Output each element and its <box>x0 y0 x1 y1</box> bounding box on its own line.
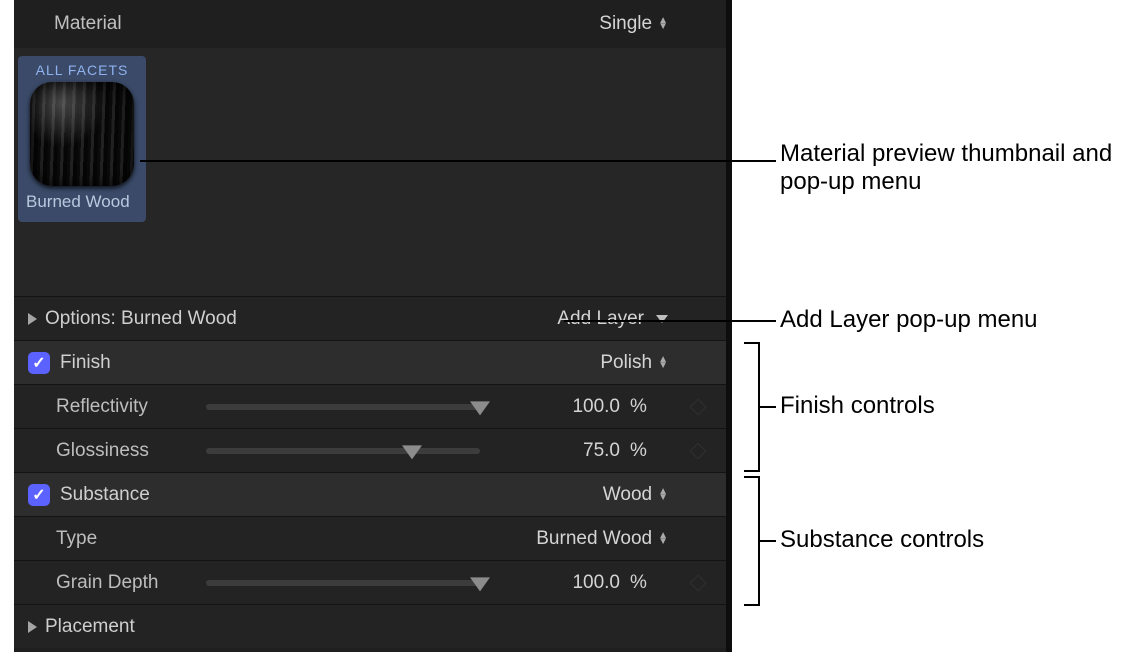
reflectivity-value[interactable]: 100.0 <box>500 396 620 418</box>
substance-header-row: Substance Wood <box>14 472 726 516</box>
slider-thumb-icon[interactable] <box>402 445 422 459</box>
updown-icon <box>658 533 668 545</box>
finish-type-popup[interactable]: Polish <box>600 352 668 374</box>
placement-row[interactable]: Placement <box>14 604 726 648</box>
options-label: Options: Burned Wood <box>45 308 557 330</box>
material-header: Material Single <box>14 0 726 48</box>
callout-line <box>564 320 776 322</box>
substance-checkbox[interactable] <box>28 484 50 506</box>
finish-type-value: Polish <box>600 352 652 374</box>
substance-type-row: Type Burned Wood <box>14 516 726 560</box>
material-preview-thumbnail[interactable] <box>30 82 134 186</box>
bracket-icon <box>746 342 760 472</box>
material-mode-value: Single <box>599 13 652 35</box>
material-inspector: Material Single ALL FACETS Burned Wood O… <box>14 0 732 652</box>
substance-subtype-popup[interactable]: Burned Wood <box>536 528 668 550</box>
finish-label: Finish <box>60 352 600 374</box>
grain-depth-label: Grain Depth <box>56 572 196 594</box>
callout-line <box>760 406 776 408</box>
type-label: Type <box>56 528 536 550</box>
finish-header-row: Finish Polish <box>14 340 726 384</box>
updown-icon <box>658 489 668 501</box>
slider-thumb-icon[interactable] <box>470 401 490 415</box>
updown-icon <box>658 357 668 369</box>
substance-label: Substance <box>60 484 603 506</box>
reflectivity-row: Reflectivity 100.0 % <box>14 384 726 428</box>
glossiness-label: Glossiness <box>56 440 196 462</box>
add-layer-label: Add Layer <box>557 308 644 330</box>
callout-add-layer: Add Layer pop-up menu <box>780 306 1038 334</box>
callout-thumbnail: Material preview thumbnail and pop-up me… <box>780 140 1138 196</box>
callout-line <box>140 160 776 162</box>
callout-finish: Finish controls <box>780 392 935 420</box>
add-layer-popup[interactable]: Add Layer <box>557 308 668 330</box>
bracket-icon <box>746 476 760 606</box>
substance-type-popup[interactable]: Wood <box>603 484 668 506</box>
placement-label: Placement <box>45 616 668 638</box>
glossiness-unit: % <box>630 440 658 462</box>
substance-type-value: Wood <box>603 484 652 506</box>
callout-substance: Substance controls <box>780 526 984 554</box>
glossiness-row: Glossiness 75.0 % <box>14 428 726 472</box>
grain-depth-slider[interactable] <box>206 580 480 586</box>
callout-line <box>760 540 776 542</box>
substance-subtype-value: Burned Wood <box>536 528 652 550</box>
glossiness-slider[interactable] <box>206 448 480 454</box>
material-mode-popup[interactable]: Single <box>599 13 668 35</box>
material-label: Material <box>54 13 599 35</box>
reflectivity-unit: % <box>630 396 658 418</box>
facets-area: ALL FACETS Burned Wood <box>14 48 726 296</box>
slider-thumb-icon[interactable] <box>470 577 490 591</box>
reflectivity-label: Reflectivity <box>56 396 196 418</box>
all-facets-label: ALL FACETS <box>24 62 140 78</box>
reflectivity-slider[interactable] <box>206 404 480 410</box>
facet-card[interactable]: ALL FACETS Burned Wood <box>18 56 146 222</box>
keyframe-icon[interactable] <box>690 574 707 591</box>
material-name: Burned Wood <box>24 192 140 212</box>
grain-depth-value[interactable]: 100.0 <box>500 572 620 594</box>
options-row[interactable]: Options: Burned Wood Add Layer <box>14 296 726 340</box>
grain-depth-unit: % <box>630 572 658 594</box>
grain-depth-row: Grain Depth 100.0 % <box>14 560 726 604</box>
keyframe-icon[interactable] <box>690 442 707 459</box>
glossiness-value[interactable]: 75.0 <box>500 440 620 462</box>
disclosure-triangle-icon[interactable] <box>28 621 37 633</box>
finish-checkbox[interactable] <box>28 352 50 374</box>
disclosure-triangle-icon[interactable] <box>28 313 37 325</box>
updown-icon <box>658 18 668 30</box>
keyframe-icon[interactable] <box>690 398 707 415</box>
